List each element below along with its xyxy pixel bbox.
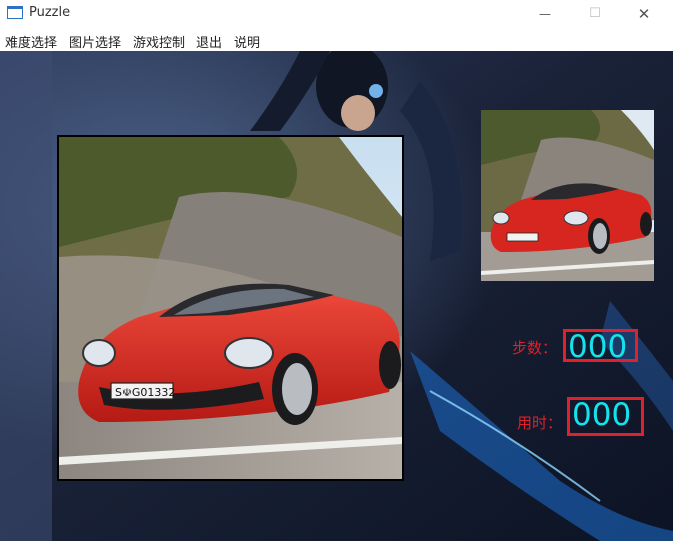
time-value: 000 bbox=[572, 397, 632, 433]
close-icon: ✕ bbox=[637, 4, 651, 23]
menu-exit[interactable]: 退出 bbox=[196, 32, 222, 51]
menu-difficulty[interactable]: 难度选择 bbox=[5, 32, 57, 51]
app-window-icon bbox=[7, 6, 23, 19]
maximize-button[interactable]: ☐ bbox=[572, 0, 618, 27]
menu-bar: 难度选择 图片选择 游戏控制 退出 说明 bbox=[0, 27, 673, 52]
game-area: S☫G01332 步数： 000 用时： 000 bbox=[0, 51, 673, 541]
title-bar: Puzzle — ☐ ✕ bbox=[0, 0, 673, 27]
time-label: 用时： bbox=[517, 414, 563, 432]
minimize-icon: — bbox=[539, 6, 551, 21]
close-button[interactable]: ✕ bbox=[621, 0, 667, 27]
menu-image-select[interactable]: 图片选择 bbox=[69, 32, 121, 51]
puzzle-board[interactable]: S☫G01332 bbox=[57, 135, 404, 481]
steps-label: 步数： bbox=[512, 339, 558, 357]
menu-game-control[interactable]: 游戏控制 bbox=[133, 32, 185, 51]
window-title: Puzzle bbox=[29, 5, 71, 20]
steps-value: 000 bbox=[568, 329, 628, 365]
minimize-button[interactable]: — bbox=[522, 0, 568, 27]
preview-image bbox=[481, 110, 654, 281]
steps-counter: 000 bbox=[563, 329, 638, 365]
time-counter: 000 bbox=[567, 397, 644, 436]
preview-car-image bbox=[481, 110, 654, 281]
menu-help[interactable]: 说明 bbox=[234, 32, 260, 51]
maximize-icon: ☐ bbox=[589, 6, 601, 21]
svg-text:S☫G01332: S☫G01332 bbox=[115, 386, 175, 399]
puzzle-car-image: S☫G01332 bbox=[59, 137, 402, 479]
